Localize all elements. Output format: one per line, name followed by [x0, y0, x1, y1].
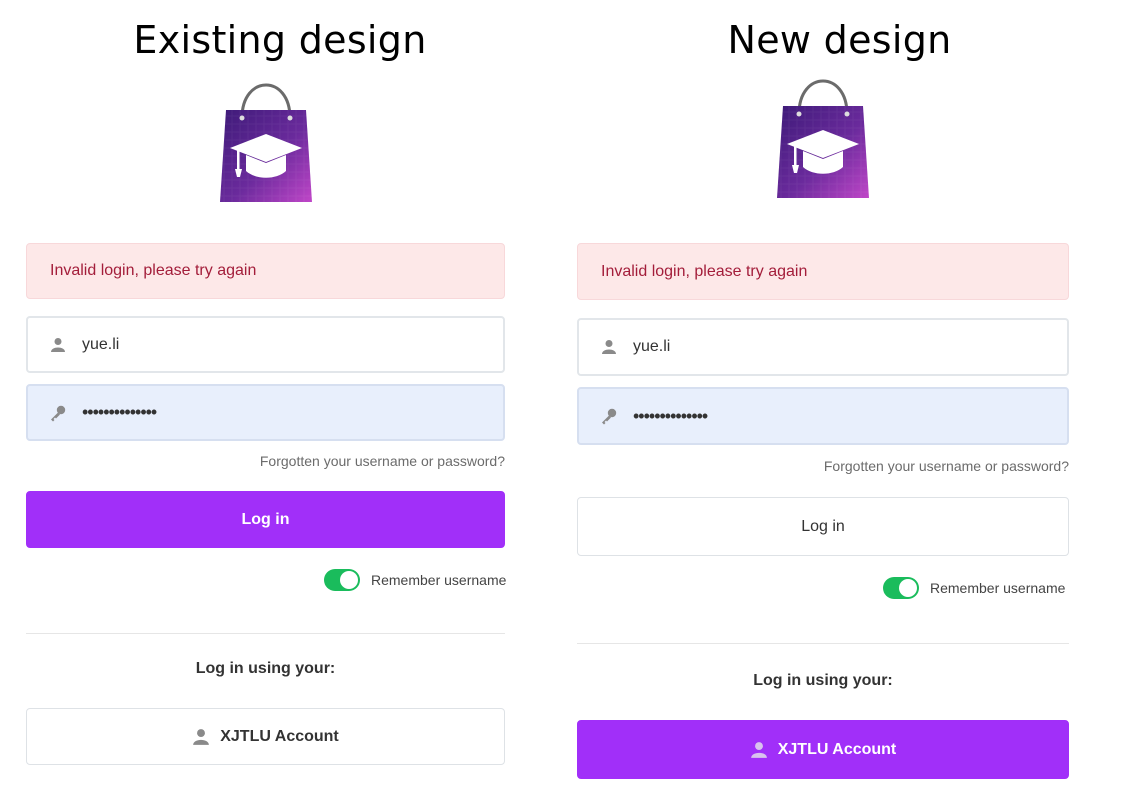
xjtlu-account-label: XJTLU Account [220, 727, 339, 745]
error-alert: Invalid login, please try again [577, 243, 1069, 300]
login-using-heading: Log in using your: [753, 672, 893, 689]
remember-username-row[interactable]: Remember username [324, 569, 506, 591]
key-icon [48, 403, 68, 423]
remember-username-label: Remember username [371, 572, 507, 588]
xjtlu-account-button[interactable]: XJTLU Account [26, 708, 505, 765]
xjtlu-account-label: XJTLU Account [777, 740, 897, 758]
password-input[interactable] [633, 405, 983, 427]
username-input[interactable] [82, 335, 432, 354]
divider [26, 633, 505, 634]
user-icon [599, 337, 619, 357]
divider [577, 643, 1069, 644]
xjtlu-account-button[interactable]: XJTLU Account [577, 720, 1069, 779]
password-field[interactable] [577, 387, 1069, 445]
panel-heading: New design [727, 18, 952, 62]
remember-username-toggle[interactable] [883, 577, 919, 599]
login-button[interactable]: Log in [26, 491, 505, 548]
login-button[interactable]: Log in [577, 497, 1069, 556]
username-field[interactable] [26, 316, 505, 373]
password-field[interactable] [26, 384, 505, 441]
remember-username-row[interactable]: Remember username [883, 577, 1065, 599]
user-icon [192, 728, 210, 746]
user-icon [48, 335, 68, 355]
forgot-password-link[interactable]: Forgotten your username or password? [26, 453, 505, 469]
username-input[interactable] [633, 338, 983, 356]
key-icon [599, 406, 619, 426]
user-icon [750, 741, 768, 759]
panel-heading: Existing design [133, 18, 427, 62]
shopping-bag-graduation-cap-icon [216, 76, 316, 206]
password-input[interactable] [82, 402, 432, 423]
remember-username-label: Remember username [930, 580, 1066, 596]
remember-username-toggle[interactable] [324, 569, 360, 591]
error-alert: Invalid login, please try again [26, 243, 505, 299]
forgot-password-link[interactable]: Forgotten your username or password? [577, 458, 1069, 474]
login-using-heading: Log in using your: [195, 660, 336, 677]
username-field[interactable] [577, 318, 1069, 376]
shopping-bag-graduation-cap-icon [773, 72, 873, 202]
